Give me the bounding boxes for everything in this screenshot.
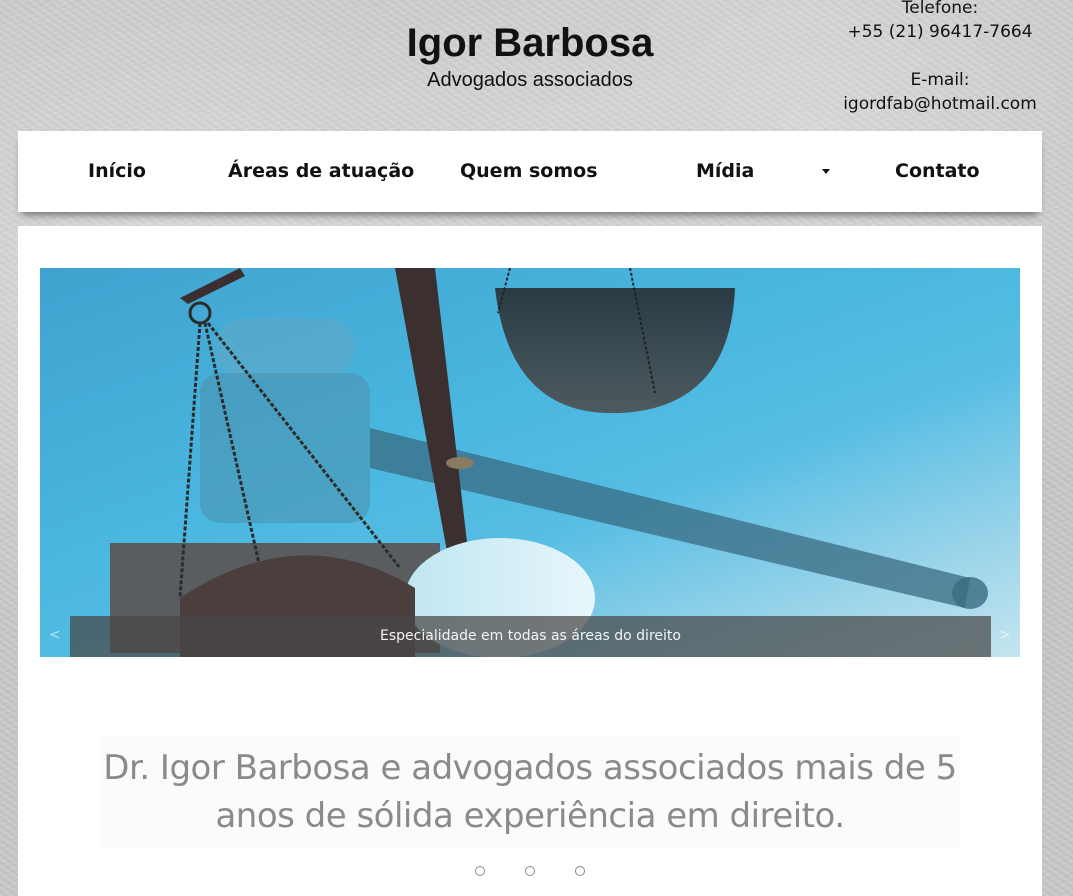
nav-item-inicio[interactable]: Início	[88, 131, 146, 212]
nav-item-midia[interactable]: Mídia	[696, 131, 754, 212]
phone-label: Telefone:	[901, 0, 979, 18]
slider-prev-arrow[interactable]: <	[49, 627, 61, 643]
nav-item-quem-somos[interactable]: Quem somos	[460, 131, 598, 212]
image-slider[interactable]: < > Especialidade em todas as áreas do d…	[40, 268, 1020, 657]
justice-scale-gavel-image	[110, 268, 988, 657]
tagline-box: Dr. Igor Barbosa e advogados associados …	[100, 736, 960, 848]
slider-pager	[18, 866, 1042, 878]
main-panel: < > Especialidade em todas as áreas do d…	[18, 226, 1042, 896]
nav-item-contato[interactable]: Contato	[895, 131, 980, 212]
tagline-text: Dr. Igor Barbosa e advogados associados …	[100, 744, 960, 840]
contact-info: Telefone: +55 (21) 96417-7664 E-mail: ig…	[820, 0, 1060, 116]
phone-number[interactable]: +55 (21) 96417-7664	[820, 20, 1060, 44]
nav-item-areas[interactable]: Áreas de atuação	[228, 131, 414, 212]
pager-dot-1[interactable]	[475, 866, 485, 876]
tagline-line-2: anos de sólida experiência em direito.	[215, 796, 845, 836]
pager-dot-3[interactable]	[575, 866, 585, 876]
chevron-down-icon[interactable]	[822, 169, 830, 174]
slider-next-arrow[interactable]: >	[999, 627, 1011, 643]
main-nav: Início Áreas de atuação Quem somos Mídia…	[18, 131, 1042, 212]
email-address[interactable]: igordfab@hotmail.com	[820, 92, 1060, 116]
email-label: E-mail:	[910, 70, 970, 90]
pager-dot-2[interactable]	[525, 866, 535, 876]
tagline-line-1: Dr. Igor Barbosa e advogados associados …	[103, 748, 957, 788]
slider-caption: Especialidade em todas as áreas do direi…	[70, 616, 991, 657]
